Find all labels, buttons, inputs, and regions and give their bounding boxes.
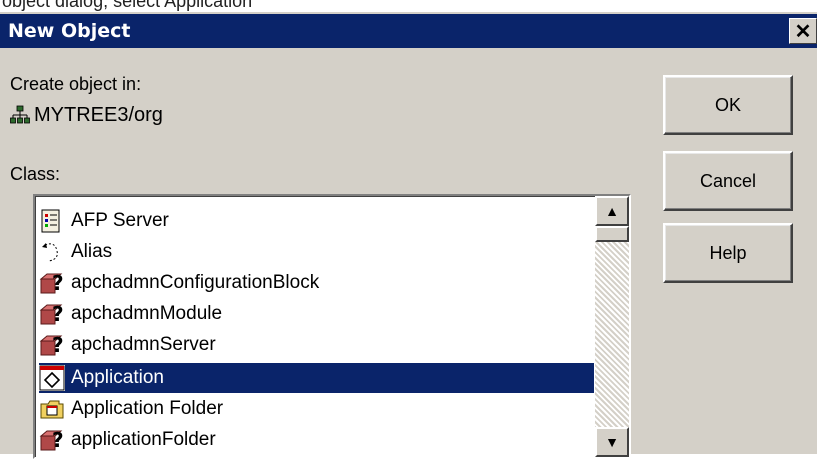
class-list-item[interactable]: ? apchadmnConfigurationBlock [39,268,594,298]
scroll-up-button[interactable]: ▲ [595,196,629,226]
titlebar: New Object ✕ [0,14,817,48]
class-list-item-label: AFP Server [71,210,169,231]
new-object-dialog: New Object ✕ Create object in: MYTREE3/o… [0,12,817,459]
unknown-object-icon: ? [39,270,65,296]
create-in-label: Create object in: [10,74,142,94]
class-list-item[interactable]: Alias [39,237,594,267]
class-list-item-label: Alias [71,241,113,262]
class-list-item[interactable]: ? apchadmnServer [39,330,594,360]
listbox-scrollbar[interactable]: ▲ ▼ [595,196,629,457]
close-icon: ✕ [794,20,812,43]
svg-text:?: ? [52,333,64,357]
unknown-object-icon: ? [39,332,65,358]
background-caption: object dialog, select Application [0,0,817,12]
ok-button[interactable]: OK [663,75,793,135]
class-list-item-label: Application [71,367,164,388]
scroll-down-icon: ▼ [605,434,619,450]
afp-server-icon [39,208,65,234]
class-list-item-label: apchadmnConfigurationBlock [71,272,320,293]
class-list-item-label: apchadmnServer [71,334,216,355]
class-listbox[interactable]: AFP Server Alias? apchadmnConfigurationBlo… [33,194,631,459]
class-list-item[interactable]: Application Folder [39,394,594,424]
alias-icon [39,239,65,265]
unknown-object-icon: ? [39,427,65,453]
scroll-down-button[interactable]: ▼ [595,427,629,457]
application-folder-icon [39,396,65,422]
create-in-path: MYTREE3/org [34,104,163,126]
cancel-button[interactable]: Cancel [663,151,793,211]
class-list-item[interactable]: Application [39,363,594,393]
unknown-object-icon: ? [39,301,65,327]
class-list-item[interactable]: AFP Server [39,206,594,236]
help-button[interactable]: Help [663,223,793,283]
scroll-thumb[interactable] [595,226,629,242]
dialog-title: New Object [8,20,131,42]
scroll-up-icon: ▲ [605,203,619,219]
application-icon [39,365,65,391]
class-label: Class: [10,164,61,184]
class-list-item[interactable]: ? applicationFolder [39,425,594,455]
svg-text:?: ? [52,271,64,295]
svg-text:?: ? [52,428,64,452]
class-list-item[interactable]: ? apchadmnModule [39,299,594,329]
class-list-item-label: applicationFolder [71,429,216,450]
class-list-item-label: Application Folder [71,398,224,419]
svg-text:?: ? [52,302,64,326]
close-button[interactable]: ✕ [789,18,817,44]
class-list-item-label: apchadmnModule [71,303,223,324]
background-caption-text: object dialog, select Application [2,0,253,11]
tree-icon [10,105,30,124]
